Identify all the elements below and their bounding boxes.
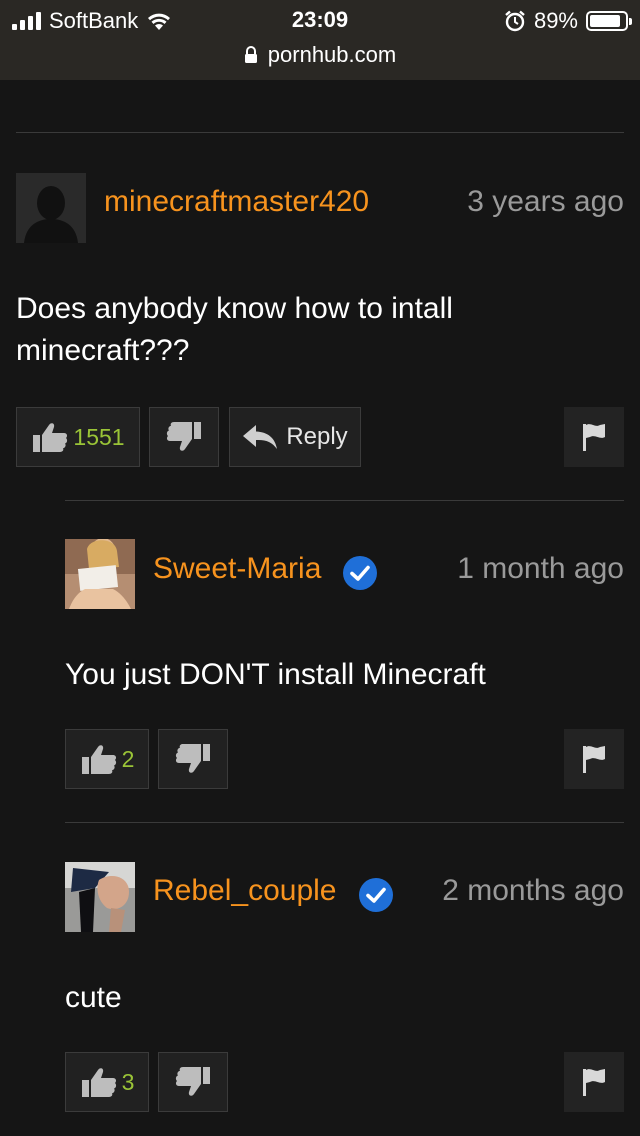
url-text: pornhub.com (267, 42, 397, 67)
comment-time: 1 month ago (457, 552, 624, 585)
battery-fill (590, 15, 621, 27)
flag-button[interactable] (564, 1052, 624, 1112)
like-count: 2 (121, 745, 135, 772)
comment-username[interactable]: Rebel_couple (153, 874, 336, 908)
default-avatar-icon (16, 173, 86, 243)
battery-percent: 89% (533, 8, 578, 33)
flag-icon (583, 424, 605, 451)
thumbs-up-icon (81, 1068, 116, 1097)
like-button[interactable]: 1551 (16, 407, 140, 467)
reply-button[interactable]: Reply (229, 407, 361, 467)
user-photo-avatar (65, 862, 135, 932)
thumbs-down-icon (175, 744, 210, 773)
flag-icon (583, 1069, 605, 1096)
like-button[interactable]: 3 (65, 1052, 149, 1112)
verified-check-icon (359, 878, 393, 912)
reply-divider (65, 500, 624, 501)
comment-username[interactable]: Sweet-Maria (153, 552, 321, 586)
user-photo-avatar (65, 539, 135, 609)
comment-time: 2 months ago (442, 874, 624, 907)
like-button[interactable]: 2 (65, 729, 149, 789)
dislike-button[interactable] (158, 729, 228, 789)
thumbs-down-icon (166, 422, 201, 451)
thumbs-down-icon (175, 1067, 210, 1096)
comment-time: 3 years ago (467, 185, 624, 218)
flag-button[interactable] (564, 407, 624, 467)
comment-username[interactable]: minecraftmaster420 (104, 185, 369, 219)
avatar[interactable] (65, 862, 135, 932)
thumbs-up-icon (81, 745, 116, 774)
url-bar[interactable]: pornhub.com (0, 40, 640, 70)
like-count: 3 (121, 1068, 135, 1095)
thumbs-up-icon (33, 423, 68, 452)
dislike-button[interactable] (149, 407, 219, 467)
like-count: 1551 (73, 423, 125, 450)
top-divider (16, 132, 624, 133)
reply-divider (65, 822, 624, 823)
flag-button[interactable] (564, 729, 624, 789)
reply-label: Reply (286, 423, 348, 450)
comment-text: cute (65, 981, 122, 1014)
battery-icon (586, 11, 632, 31)
lock-icon (244, 46, 257, 63)
status-bar: SoftBank 23:09 89% pornhub.com (0, 0, 640, 80)
alarm-icon (505, 10, 525, 32)
status-right: 89% (504, 7, 632, 35)
flag-icon (583, 746, 605, 773)
comment-text: You just DON'T install Minecraft (65, 658, 486, 691)
verified-check-icon (343, 556, 377, 590)
reply-arrow-icon (243, 425, 278, 449)
comment-text: Does anybody know how to intall minecraf… (16, 292, 453, 367)
dislike-button[interactable] (158, 1052, 228, 1112)
avatar[interactable] (16, 173, 86, 243)
avatar[interactable] (65, 539, 135, 609)
